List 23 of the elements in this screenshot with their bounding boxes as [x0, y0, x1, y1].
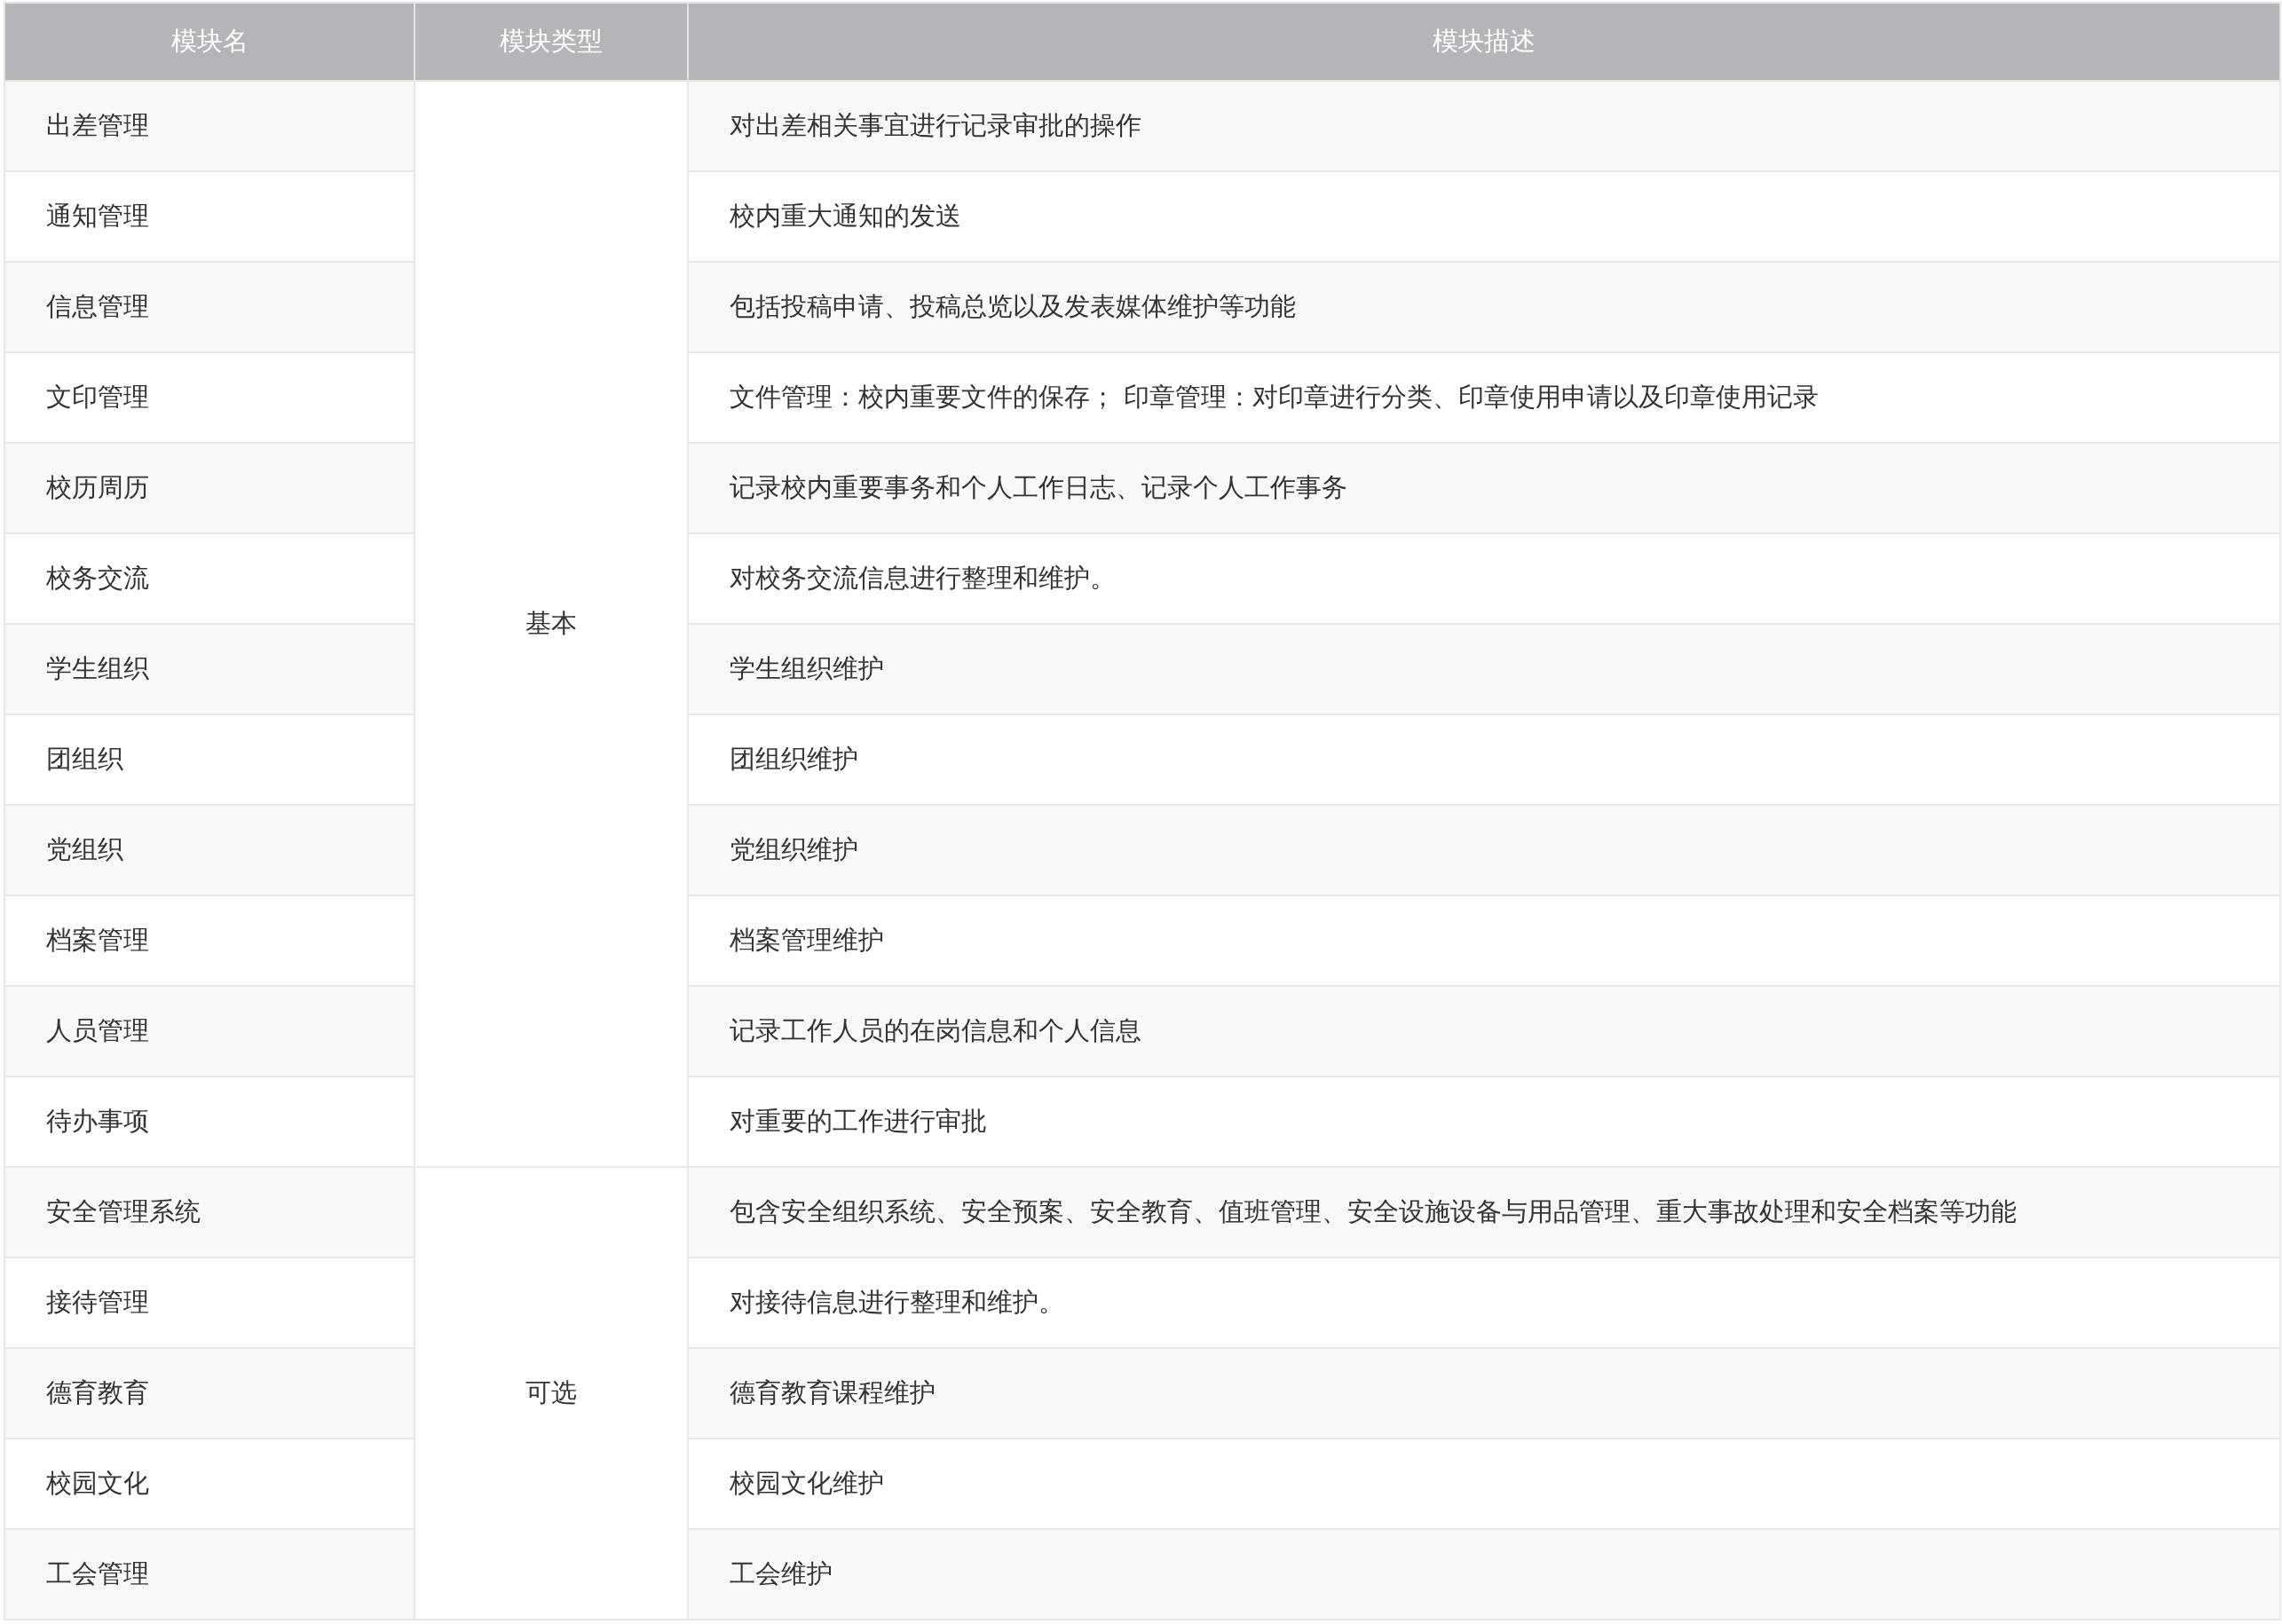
table-cell: 德育教育课程维护: [688, 1348, 2280, 1439]
column-header: 模块描述: [688, 3, 2280, 81]
table-cell: 校历周历: [4, 443, 415, 533]
table-cell: 工会管理: [4, 1529, 415, 1620]
table-cell: 包括投稿申请、投稿总览以及发表媒体维护等功能: [688, 262, 2280, 352]
table-cell: 德育教育: [4, 1348, 415, 1439]
column-header: 模块名: [4, 3, 415, 81]
table-cell: 党组织: [4, 805, 415, 895]
table-cell: 学生组织维护: [688, 624, 2280, 714]
table-cell: 党组织维护: [688, 805, 2280, 895]
table-cell: 工会维护: [688, 1529, 2280, 1620]
table-cell: 人员管理: [4, 986, 415, 1076]
table-cell: 基本: [415, 81, 688, 1167]
table-cell: 对出差相关事宜进行记录审批的操作: [688, 81, 2280, 171]
table-cell: 学生组织: [4, 624, 415, 714]
table-cell: 可选: [415, 1167, 688, 1620]
table-cell: 安全管理系统: [4, 1167, 415, 1257]
table-cell: 信息管理: [4, 262, 415, 352]
table-cell: 包含安全组织系统、安全预案、安全教育、值班管理、安全设施设备与用品管理、重大事故处理和安全档案等功能: [688, 1167, 2280, 1257]
table-cell: 记录校内重要事务和个人工作日志、记录个人工作事务: [688, 443, 2280, 533]
table-cell: 出差管理: [4, 81, 415, 171]
column-header: 模块类型: [415, 3, 688, 81]
table-cell: 记录工作人员的在岗信息和个人信息: [688, 986, 2280, 1076]
